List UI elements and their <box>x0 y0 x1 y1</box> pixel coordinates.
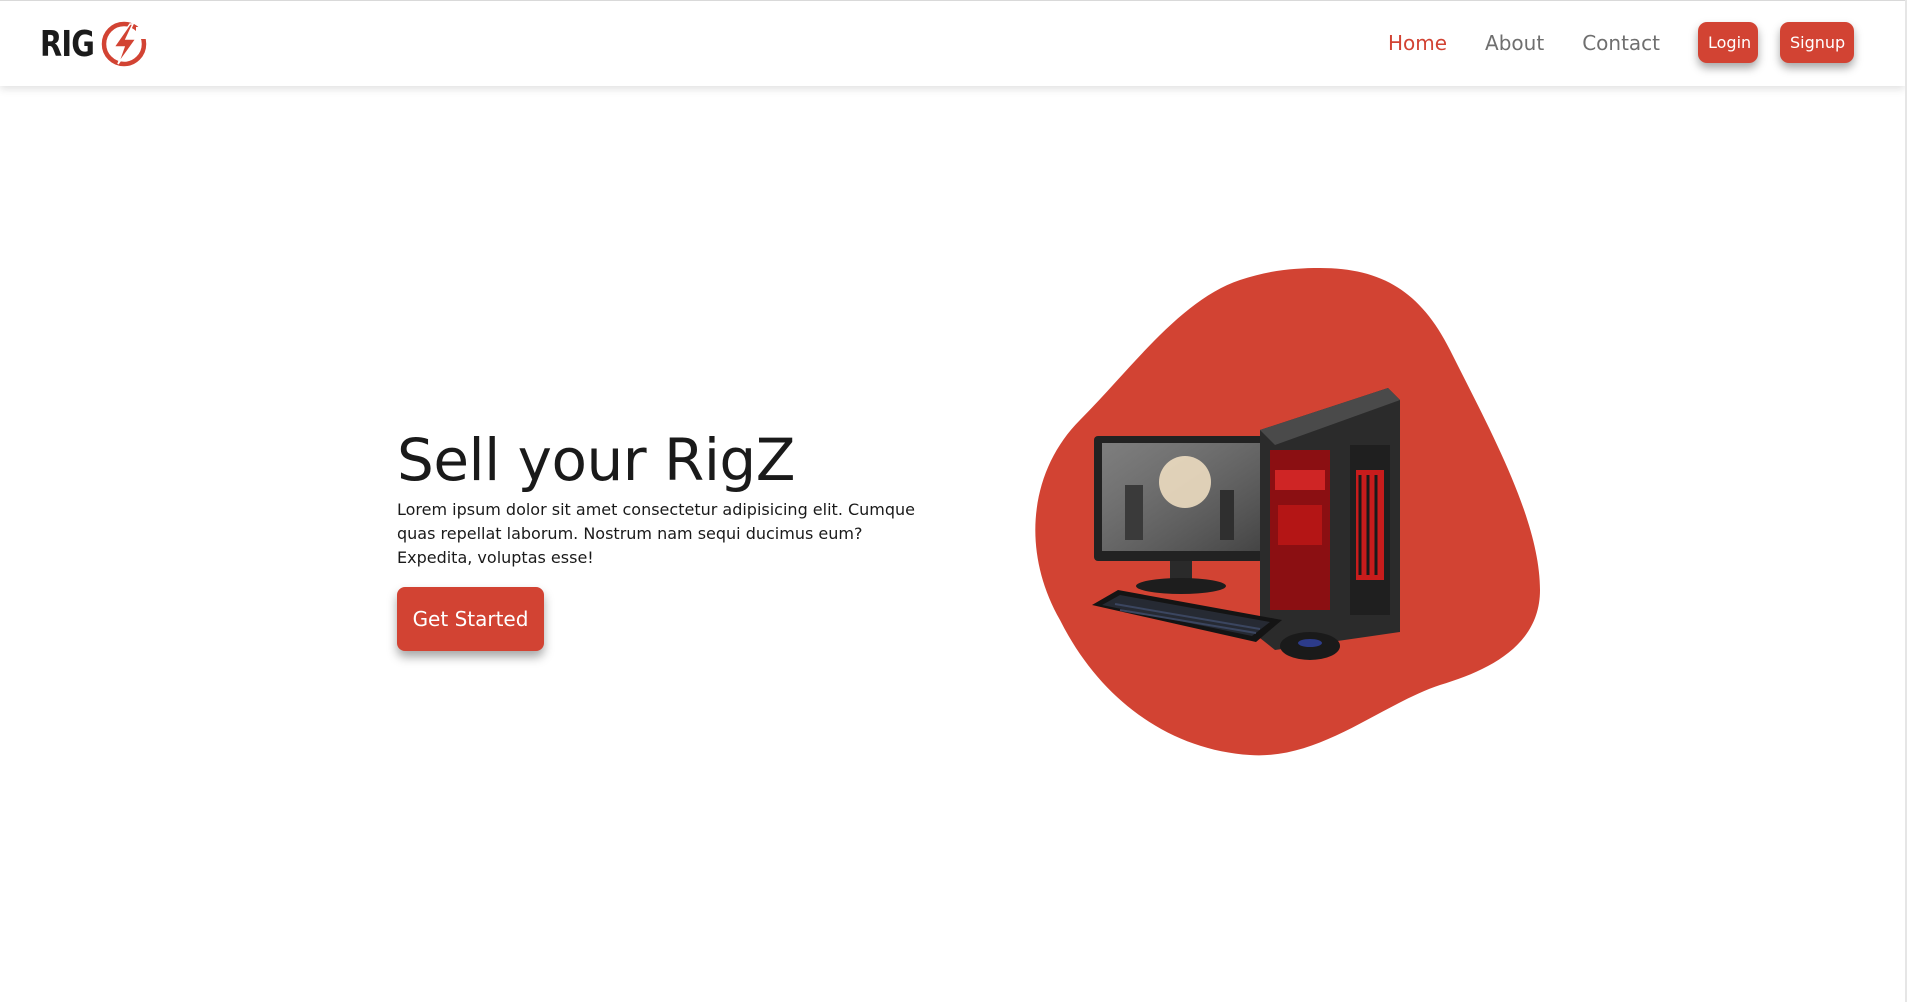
nav-links: Home About Contact Login Signup <box>1388 22 1854 63</box>
hero-description: Lorem ipsum dolor sit amet consectetur a… <box>397 500 916 567</box>
hero-title: Sell your RigZ <box>397 426 795 494</box>
nav-link-about[interactable]: About <box>1485 31 1544 55</box>
login-button[interactable]: Login <box>1698 22 1758 63</box>
logo-text: RIG <box>40 23 95 65</box>
mouse-icon <box>1280 632 1340 660</box>
get-started-button[interactable]: Get Started <box>397 587 544 651</box>
brand-logo[interactable]: RIG <box>40 19 150 69</box>
hero-illustration <box>1035 268 1540 756</box>
landing-page: RIG Home About Contact Login Signup Sell… <box>0 0 1907 1002</box>
hero-section: Sell your RigZ Lorem ipsum dolor sit ame… <box>397 424 937 651</box>
signup-button[interactable]: Signup <box>1780 22 1854 63</box>
pc-tower-icon <box>1260 388 1400 650</box>
navbar: RIG Home About Contact Login Signup <box>0 0 1905 86</box>
lightning-bolt-icon <box>101 21 148 67</box>
nav-link-contact[interactable]: Contact <box>1582 31 1660 55</box>
nav-link-home[interactable]: Home <box>1388 31 1447 55</box>
